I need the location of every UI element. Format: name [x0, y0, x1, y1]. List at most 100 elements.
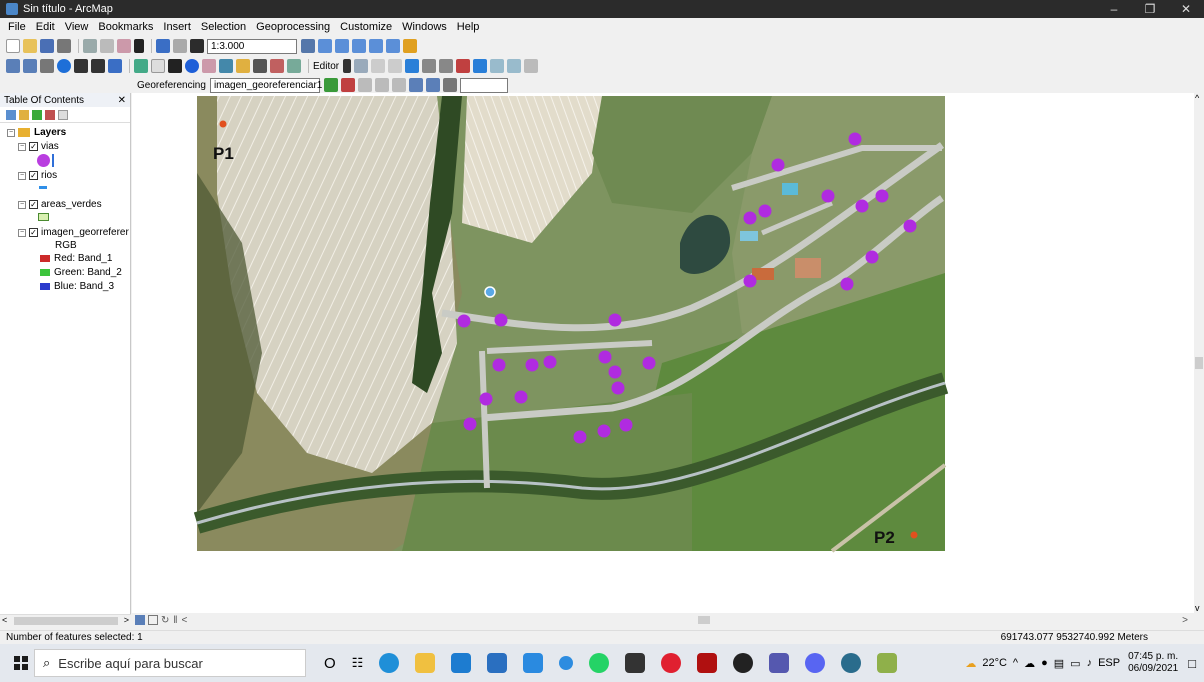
scroll-down-icon[interactable]: v: [1195, 603, 1200, 613]
via-point[interactable]: [875, 189, 889, 203]
go-to-xy-icon[interactable]: [287, 59, 301, 73]
list-by-visibility-icon[interactable]: [32, 109, 42, 120]
scale-icon[interactable]: [374, 78, 389, 92]
sketch-icon[interactable]: [354, 59, 369, 73]
arctoolbox-icon[interactable]: [369, 39, 383, 53]
find-icon[interactable]: [253, 59, 267, 73]
via-point[interactable]: [525, 358, 539, 372]
link-table-icon[interactable]: [408, 78, 423, 92]
via-point[interactable]: [457, 314, 471, 328]
cut-icon[interactable]: [83, 39, 97, 53]
via-point[interactable]: [608, 313, 622, 327]
via-point[interactable]: [514, 390, 528, 404]
rotate-tool-icon[interactable]: [439, 59, 454, 73]
menu-insert[interactable]: Insert: [163, 21, 191, 33]
minimize-icon[interactable]: –: [1096, 0, 1132, 18]
via-point[interactable]: [597, 424, 611, 438]
via-point[interactable]: [642, 356, 656, 370]
taskbar-search-box[interactable]: ⌕ Escribe aquí para buscar: [34, 649, 306, 677]
visibility-checkbox[interactable]: ✓: [29, 200, 38, 209]
restore-icon[interactable]: ❐: [1132, 0, 1168, 18]
control-point-p1[interactable]: [219, 120, 227, 128]
editor-toolbar-icon[interactable]: [301, 39, 315, 53]
teams-icon[interactable]: [769, 653, 790, 673]
layout-view-icon[interactable]: [148, 615, 158, 625]
trace-icon[interactable]: [388, 59, 403, 73]
collapse-icon[interactable]: −: [18, 200, 26, 209]
whatsapp-icon[interactable]: [589, 653, 610, 673]
scale-combo[interactable]: 1:3.000: [207, 38, 297, 54]
via-point[interactable]: [611, 381, 625, 395]
measure-icon[interactable]: [236, 59, 250, 73]
via-point[interactable]: [848, 132, 862, 146]
print-icon[interactable]: [57, 39, 71, 53]
menu-edit[interactable]: Edit: [36, 21, 55, 33]
scroll-thumb[interactable]: [1195, 357, 1203, 369]
discord-icon[interactable]: [805, 653, 826, 673]
georef-extra-combo[interactable]: [459, 77, 508, 93]
data-view-icon[interactable]: [135, 615, 145, 625]
split-tool-icon[interactable]: [422, 59, 437, 73]
collapse-icon[interactable]: −: [18, 228, 26, 237]
delete-icon[interactable]: [134, 39, 144, 53]
windows-start-icon[interactable]: [14, 656, 28, 670]
menu-bookmarks[interactable]: Bookmarks: [98, 21, 153, 33]
menu-windows[interactable]: Windows: [402, 21, 447, 33]
full-extent-icon[interactable]: [57, 59, 71, 73]
scroll-right-icon[interactable]: >: [1182, 615, 1188, 626]
fixed-zoom-out-icon[interactable]: [91, 59, 105, 73]
georef-layer-combo[interactable]: imagen_georeferenciar1: [209, 77, 322, 93]
via-point[interactable]: [743, 211, 757, 225]
cut-polygons-icon[interactable]: [456, 59, 471, 73]
toc-layer-vias[interactable]: − ✓ vias: [18, 141, 59, 152]
weather-temp[interactable]: 22°C: [982, 657, 1007, 669]
via-point[interactable]: [543, 355, 557, 369]
menu-selection[interactable]: Selection: [201, 21, 246, 33]
vias-symbol-icon[interactable]: [37, 154, 50, 167]
microphone-icon[interactable]: ●: [1041, 657, 1048, 669]
close-icon[interactable]: ✕: [1168, 0, 1204, 18]
toc-options-icon[interactable]: [58, 109, 68, 120]
xbox-icon[interactable]: [733, 653, 754, 673]
language-indicator[interactable]: ESP: [1098, 657, 1120, 669]
mail-icon[interactable]: [451, 653, 472, 673]
hyperlink-icon[interactable]: [202, 59, 216, 73]
list-by-selection-icon[interactable]: [45, 109, 55, 120]
python-icon[interactable]: [386, 39, 400, 53]
zoom-in-icon[interactable]: [6, 59, 20, 73]
vscode-icon[interactable]: [523, 653, 544, 673]
select-elements-icon[interactable]: [168, 59, 182, 73]
fixed-zoom-in-icon[interactable]: [74, 59, 88, 73]
map-canvas[interactable]: P1 P2: [132, 93, 1194, 613]
toc-horizontal-scrollbar[interactable]: < >: [0, 614, 131, 626]
visibility-checkbox[interactable]: ✓: [29, 228, 38, 237]
toc-layer-rios[interactable]: − ✓ rios: [18, 170, 57, 181]
weather-icon[interactable]: ☁: [965, 657, 976, 670]
save-icon[interactable]: [40, 39, 54, 53]
viewer-icon[interactable]: [425, 78, 440, 92]
back-extent-icon[interactable]: [108, 59, 122, 73]
map-vertical-scrollbar[interactable]: ^ v: [1194, 93, 1204, 613]
find-route-icon[interactable]: [270, 59, 284, 73]
scroll-left-icon[interactable]: <: [2, 615, 7, 625]
pause-drawing-icon[interactable]: ‖: [173, 615, 177, 626]
scroll-thumb[interactable]: [698, 616, 710, 624]
via-point[interactable]: [903, 219, 917, 233]
collapse-icon[interactable]: −: [18, 171, 26, 180]
areas-verdes-symbol-icon[interactable]: [38, 213, 49, 221]
toc-layer-imagen[interactable]: − ✓ imagen_georreferer: [18, 227, 129, 238]
visibility-checkbox[interactable]: ✓: [29, 171, 38, 180]
notion-icon[interactable]: [625, 653, 646, 673]
toc-layers-root[interactable]: − Layers: [7, 127, 66, 138]
pan-icon[interactable]: [40, 59, 54, 73]
app-icon[interactable]: [559, 656, 574, 670]
menu-view[interactable]: View: [65, 21, 89, 33]
paste-icon[interactable]: [117, 39, 131, 53]
via-point[interactable]: [494, 313, 508, 327]
redo-icon[interactable]: [173, 39, 187, 53]
clear-selection-icon[interactable]: [151, 59, 165, 73]
undo-icon[interactable]: [156, 39, 170, 53]
onedrive-icon[interactable]: ☁: [1024, 657, 1035, 670]
shift-icon[interactable]: [357, 78, 372, 92]
edge-icon[interactable]: [379, 653, 400, 673]
